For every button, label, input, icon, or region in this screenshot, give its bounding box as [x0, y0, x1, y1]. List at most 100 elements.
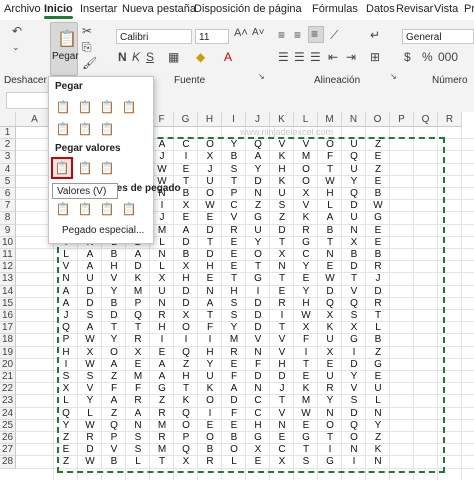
- row-header-23[interactable]: 23: [0, 395, 16, 408]
- copy-icon[interactable]: ⎘: [82, 40, 92, 55]
- align-top-icon[interactable]: ≡: [278, 28, 285, 42]
- undo-icon[interactable]: ↶: [12, 24, 22, 38]
- font-size-select[interactable]: 11: [195, 29, 229, 44]
- paste-values-number-format-icon[interactable]: 📋: [77, 160, 93, 176]
- row-header-20[interactable]: 20: [0, 358, 16, 371]
- row-header-7[interactable]: 7: [0, 200, 16, 213]
- decrease-font-icon[interactable]: A˅: [252, 27, 265, 38]
- row-header-21[interactable]: 21: [0, 371, 16, 384]
- align-left-icon[interactable]: ☰: [278, 50, 289, 64]
- column-header-k[interactable]: K: [270, 112, 294, 127]
- row-header-13[interactable]: 13: [0, 273, 16, 286]
- paste-values-source-format-icon[interactable]: 📋: [99, 160, 115, 176]
- row-header-27[interactable]: 27: [0, 444, 16, 457]
- tab-formulas[interactable]: Fórmulas: [312, 3, 358, 15]
- column-header-i[interactable]: I: [222, 112, 246, 127]
- pegado-especial-item[interactable]: Pegado especial...: [62, 225, 144, 236]
- chevron-down-icon[interactable]: ⌄: [12, 42, 20, 53]
- column-header-j[interactable]: J: [246, 112, 270, 127]
- paste-formulas-format-icon[interactable]: 📋: [99, 99, 115, 115]
- row-header-24[interactable]: 24: [0, 407, 16, 420]
- row-header-11[interactable]: 11: [0, 249, 16, 262]
- row-header-12[interactable]: 12: [0, 261, 16, 274]
- tab-inicio[interactable]: Inicio: [44, 3, 73, 19]
- row-header-18[interactable]: 18: [0, 334, 16, 347]
- row-header-15[interactable]: 15: [0, 297, 16, 310]
- decrease-indent-icon[interactable]: ⇤: [328, 50, 338, 64]
- row-header-28[interactable]: 28: [0, 456, 16, 469]
- ribbon-tabs: Archivo Inicio Insertar Nueva pestaña Di…: [0, 0, 474, 20]
- format-painter-icon[interactable]: 🖌: [82, 56, 97, 70]
- tab-nueva-pestana[interactable]: Nueva pestaña: [122, 3, 196, 15]
- row-header-4[interactable]: 4: [0, 163, 16, 176]
- column-header-n[interactable]: N: [342, 112, 366, 127]
- row-header-9[interactable]: 9: [0, 224, 16, 237]
- font-name-select[interactable]: Calibri: [116, 29, 192, 44]
- tab-pro[interactable]: Pro: [464, 3, 474, 15]
- row-header-14[interactable]: 14: [0, 285, 16, 298]
- select-all-corner[interactable]: [0, 112, 16, 127]
- column-header-g[interactable]: G: [174, 112, 198, 127]
- align-middle-icon[interactable]: ≡: [294, 28, 301, 42]
- row-header-5[interactable]: 5: [0, 175, 16, 188]
- row-header-10[interactable]: 10: [0, 236, 16, 249]
- row-header-26[interactable]: 26: [0, 432, 16, 445]
- column-header-h[interactable]: H: [198, 112, 222, 127]
- paste-linked-picture-icon[interactable]: 📋: [121, 201, 137, 217]
- column-header-p[interactable]: P: [390, 112, 414, 127]
- font-color-icon[interactable]: A: [224, 50, 232, 64]
- paste-no-borders-icon[interactable]: 📋: [55, 121, 71, 137]
- tab-insertar[interactable]: Insertar: [80, 3, 117, 15]
- paste-values-button[interactable]: 📋: [51, 157, 73, 179]
- row-header-8[interactable]: 8: [0, 212, 16, 225]
- row-header-6[interactable]: 6: [0, 188, 16, 201]
- merge-center-icon[interactable]: ⊞: [370, 50, 380, 64]
- row-header-19[interactable]: 19: [0, 346, 16, 359]
- orientation-icon[interactable]: ⟋: [330, 28, 338, 43]
- paste-formatting-icon[interactable]: 📋: [55, 201, 71, 217]
- tab-revisar[interactable]: Revisar: [396, 3, 433, 15]
- increase-indent-icon[interactable]: ⇥: [346, 50, 356, 64]
- number-format-select[interactable]: General: [402, 29, 474, 44]
- paste-formulas-icon[interactable]: 📋: [77, 99, 93, 115]
- row-header-2[interactable]: 2: [0, 139, 16, 152]
- percent-icon[interactable]: %: [422, 50, 433, 64]
- bold-icon[interactable]: N: [118, 50, 127, 64]
- row-header-22[interactable]: 22: [0, 383, 16, 396]
- tab-archivo[interactable]: Archivo: [4, 3, 41, 15]
- column-header-o[interactable]: O: [366, 112, 390, 127]
- column-header-m[interactable]: M: [318, 112, 342, 127]
- underline-icon[interactable]: S: [146, 50, 154, 64]
- dialog-launcher-icon[interactable]: ↘: [258, 72, 265, 81]
- paste-icon[interactable]: 📋: [55, 99, 71, 115]
- tab-disposicion-pagina[interactable]: Disposición de página: [194, 3, 302, 15]
- tab-vista[interactable]: Vista: [434, 3, 458, 15]
- align-right-icon[interactable]: ☰: [310, 50, 321, 64]
- column-header-r[interactable]: R: [438, 112, 462, 127]
- column-header-q[interactable]: Q: [414, 112, 438, 127]
- row-header-25[interactable]: 25: [0, 419, 16, 432]
- row-header-3[interactable]: 3: [0, 151, 16, 164]
- paste-transpose-icon[interactable]: 📋: [99, 121, 115, 137]
- increase-font-icon[interactable]: A˄: [234, 27, 248, 39]
- wrap-text-icon[interactable]: ↵: [370, 28, 380, 42]
- pegar-button[interactable]: 📋 Pegar: [50, 22, 79, 76]
- align-center-icon[interactable]: ☰: [294, 50, 305, 64]
- row-header-17[interactable]: 17: [0, 322, 16, 335]
- paste-link-icon[interactable]: 📋: [77, 201, 93, 217]
- paste-picture-icon[interactable]: 📋: [99, 201, 115, 217]
- paste-keep-format-icon[interactable]: 📋: [121, 99, 137, 115]
- row-header-16[interactable]: 16: [0, 310, 16, 323]
- dialog-launcher-icon[interactable]: ↘: [390, 72, 397, 81]
- borders-icon[interactable]: ▦: [168, 50, 179, 64]
- currency-icon[interactable]: $: [404, 50, 411, 64]
- row-header-1[interactable]: 1: [0, 127, 16, 140]
- paste-keep-widths-icon[interactable]: 📋: [77, 121, 93, 137]
- thousands-icon[interactable]: 000: [438, 50, 458, 64]
- tab-datos[interactable]: Datos: [366, 3, 395, 15]
- italic-icon[interactable]: K: [132, 50, 140, 64]
- scissors-icon[interactable]: ✂: [82, 24, 92, 38]
- fill-color-icon[interactable]: ◆: [196, 50, 205, 64]
- align-bottom-button[interactable]: ≡: [308, 26, 324, 43]
- column-header-l[interactable]: L: [294, 112, 318, 127]
